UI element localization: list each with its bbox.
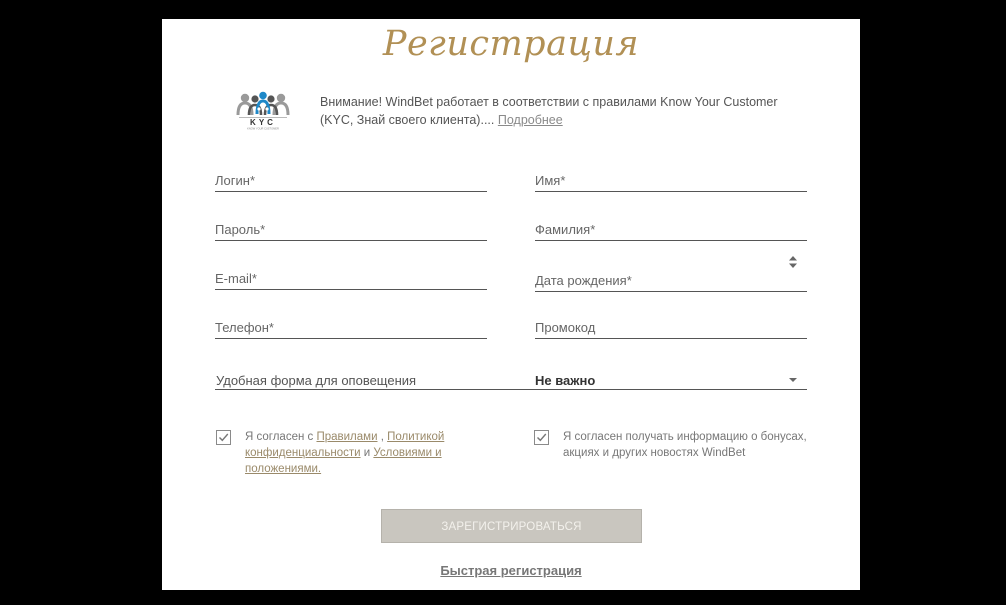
login-input[interactable] <box>215 169 487 191</box>
rules-link[interactable]: Правилами <box>316 431 377 443</box>
chevron-down-icon <box>789 378 797 382</box>
check-icon <box>537 433 547 442</box>
last-name-field <box>535 214 807 241</box>
svg-text:KYC: KYC <box>250 118 276 127</box>
kyc-notice: Внимание! WindBet работает в соответстви… <box>320 93 812 129</box>
date-spinner-icon[interactable] <box>789 255 797 268</box>
notify-select-value: Не важно <box>535 373 596 388</box>
email-input[interactable] <box>215 267 487 289</box>
password-input[interactable] <box>215 218 487 240</box>
svg-text:KNOW YOUR CUSTOMER: KNOW YOUR CUSTOMER <box>247 127 279 131</box>
promo-field <box>535 312 807 339</box>
notify-label-field: Удобная форма для оповещения <box>215 363 535 390</box>
birth-date-field <box>535 256 807 292</box>
promo-input[interactable] <box>535 316 807 338</box>
page-title: Регистрация <box>382 24 640 64</box>
notify-label: Удобная форма для оповещения <box>216 373 417 388</box>
kyc-more-link[interactable]: Подробнее <box>498 113 563 127</box>
birth-date-input[interactable] <box>535 269 807 291</box>
terms-prefix: Я согласен с <box>245 431 317 443</box>
phone-field <box>215 312 487 339</box>
kyc-logo-icon: KYC KNOW YOUR CUSTOMER <box>235 90 291 131</box>
phone-input[interactable] <box>215 316 487 338</box>
first-name-field <box>535 165 807 192</box>
login-field <box>215 165 487 192</box>
notify-select[interactable]: Не важно <box>535 363 807 390</box>
quick-registration-link[interactable]: Быстрая регистрация <box>162 563 860 578</box>
terms-checkbox[interactable] <box>216 430 231 445</box>
first-name-input[interactable] <box>535 169 807 191</box>
email-field <box>215 263 487 290</box>
check-icon <box>219 433 229 442</box>
register-button[interactable]: ЗАРЕГИСТРИРОВАТЬСЯ <box>381 509 642 543</box>
password-field <box>215 214 487 241</box>
terms-sep-2: и <box>360 447 374 459</box>
news-consent-text: Я согласен получать информацию о бонусах… <box>563 431 807 459</box>
terms-sep-1: , <box>377 431 388 443</box>
news-checkbox[interactable] <box>534 430 549 445</box>
terms-text: Я согласен с Правилами , Политикой конфи… <box>245 429 460 477</box>
last-name-input[interactable] <box>535 218 807 240</box>
registration-modal: Регистрация KYC KNOW YOUR CUSTOMER Внима… <box>162 19 860 590</box>
